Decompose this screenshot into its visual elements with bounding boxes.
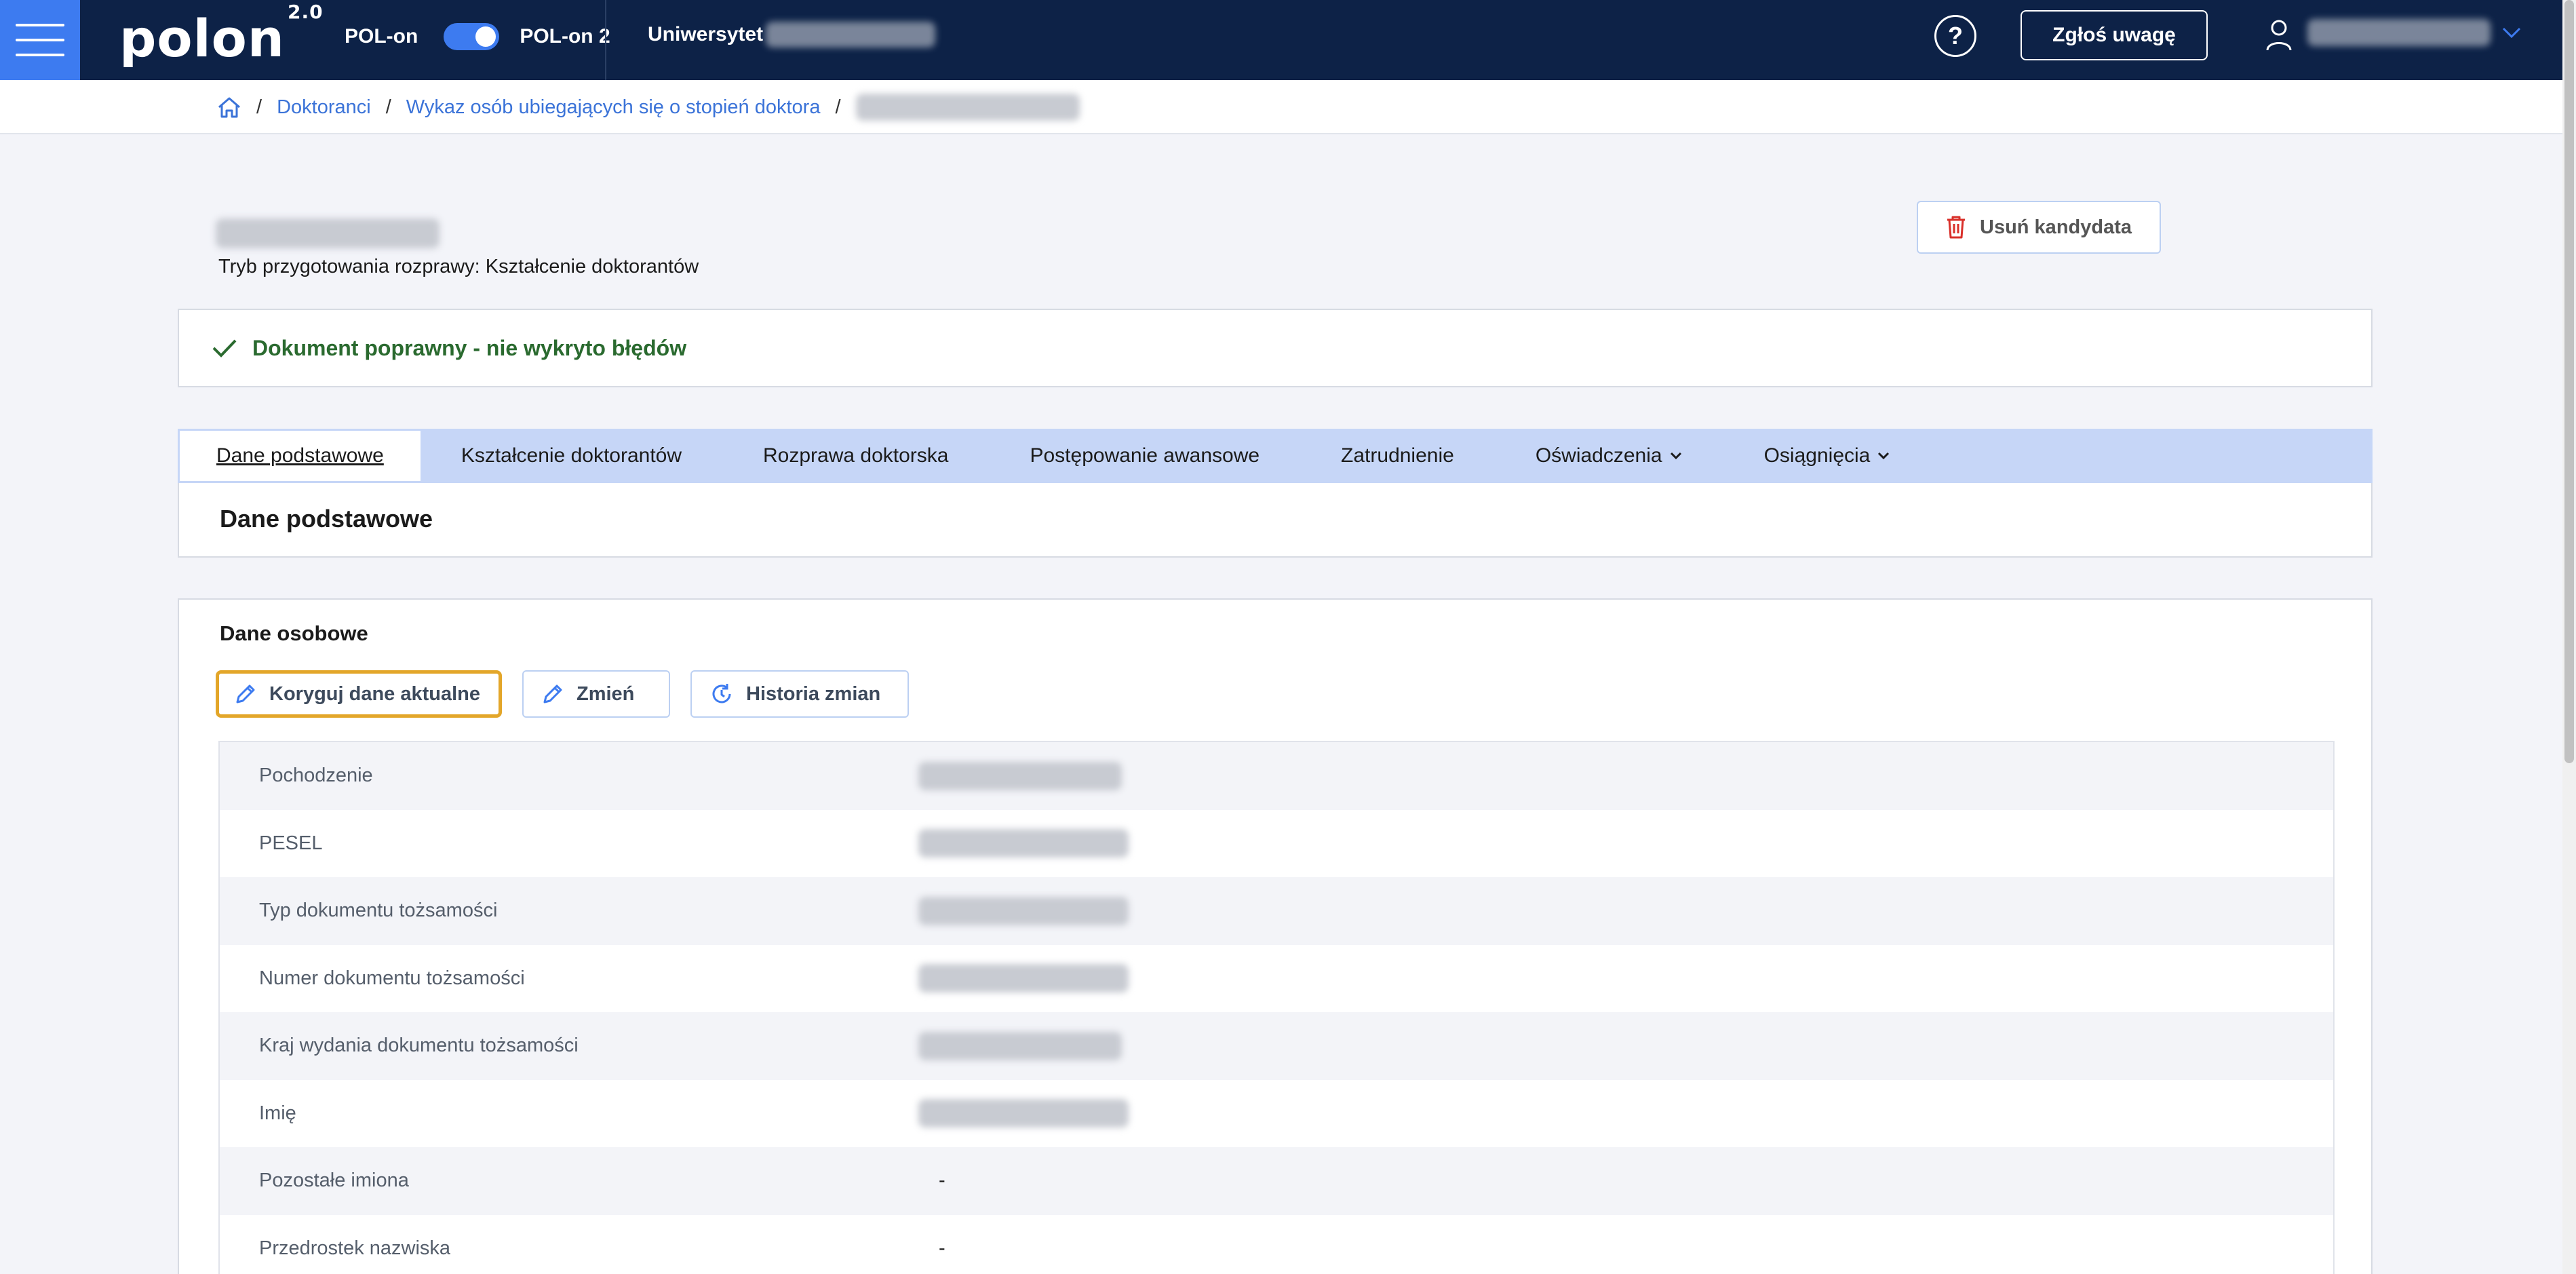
env-left-label: POL-on xyxy=(345,25,418,47)
pencil-icon xyxy=(236,684,255,703)
tab-label: Oświadczenia xyxy=(1535,444,1662,467)
tab-postepowanie-awansowe[interactable]: Postępowanie awansowe xyxy=(989,429,1300,483)
row-value-redacted xyxy=(918,761,1122,790)
row-label: Typ dokumentu tożsamości xyxy=(259,900,498,922)
tab-label: Rozprawa doktorska xyxy=(763,444,949,467)
row-value-redacted xyxy=(918,829,1129,858)
row-label: Pochodzenie xyxy=(259,765,373,787)
change-button[interactable]: Zmień xyxy=(522,670,670,718)
row-value: - xyxy=(939,1237,945,1259)
table-row: Pochodzenie xyxy=(220,742,2333,810)
personal-data-table: Pochodzenie PESEL Typ dokumentu tożsamoś… xyxy=(218,741,2335,1274)
breadcrumb-separator: / xyxy=(256,96,262,118)
table-row: Numer dokumentu tożsamości xyxy=(220,944,2333,1012)
pencil-icon xyxy=(543,684,562,703)
page-scrollbar[interactable] xyxy=(2562,0,2576,1274)
section-title: Dane podstawowe xyxy=(178,483,2373,558)
env-toggle[interactable] xyxy=(444,23,500,50)
breadcrumb-current-redacted xyxy=(855,94,1080,121)
row-value-redacted xyxy=(918,1031,1122,1060)
hamburger-icon[interactable] xyxy=(0,0,80,80)
row-value-redacted xyxy=(918,964,1129,993)
check-icon xyxy=(212,339,237,358)
personal-data-title: Dane osobowe xyxy=(220,621,368,645)
prep-mode-text: Tryb przygotowania rozprawy: Kształcenie… xyxy=(218,256,699,277)
breadcrumb-separator: / xyxy=(835,96,841,118)
logo[interactable]: polon 2.0 xyxy=(119,1,324,69)
chevron-down-icon xyxy=(1670,452,1681,460)
home-icon[interactable] xyxy=(217,96,241,119)
table-row: Typ dokumentu tożsamości xyxy=(220,877,2333,945)
breadcrumb-link-doktoranci[interactable]: Doktoranci xyxy=(277,96,371,119)
validation-status-banner: Dokument poprawny - nie wykryto błędów xyxy=(178,309,2373,387)
row-label: Imię xyxy=(259,1102,296,1124)
user-name-redacted[interactable] xyxy=(2307,19,2491,46)
report-issue-button[interactable]: Zgłoś uwagę xyxy=(2021,10,2208,60)
tab-label: Kształcenie doktorantów xyxy=(461,444,682,467)
breadcrumb-separator: / xyxy=(385,96,391,118)
row-value-redacted xyxy=(918,1099,1129,1128)
change-label: Zmień xyxy=(577,682,635,705)
correct-data-button[interactable]: Koryguj dane aktualne xyxy=(216,670,502,718)
university-name-redacted xyxy=(766,22,936,47)
tab-bar: Dane podstawowe Kształcenie doktorantów … xyxy=(178,429,2373,483)
divider xyxy=(605,0,606,80)
tab-label: Osiągnięcia xyxy=(1763,444,1871,467)
chevron-down-icon[interactable] xyxy=(2501,26,2522,39)
validation-status-text: Dokument poprawny - nie wykryto błędów xyxy=(252,335,687,360)
tab-ksztalcenie-doktorantow[interactable]: Kształcenie doktorantów xyxy=(421,429,722,483)
user-icon[interactable] xyxy=(2265,19,2292,52)
delete-candidate-label: Usuń kandydata xyxy=(1980,216,2132,238)
breadcrumb-bar: / Doktoranci / Wykaz osób ubiegających s… xyxy=(0,80,2562,134)
table-row: Imię xyxy=(220,1079,2333,1147)
environment-switch: POL-on POL-on 2 xyxy=(345,23,610,50)
university-name: Uniwersytet xyxy=(648,22,936,47)
row-label: Pozostałe imiona xyxy=(259,1170,409,1192)
history-button[interactable]: Historia zmian xyxy=(690,670,909,718)
tab-osiagniecia[interactable]: Osiągnięcia xyxy=(1723,429,1932,483)
row-label: Kraj wydania dokumentu tożsamości xyxy=(259,1035,579,1057)
tab-zatrudnienie[interactable]: Zatrudnienie xyxy=(1300,429,1495,483)
row-label: Przedrostek nazwiska xyxy=(259,1237,451,1259)
tab-label: Zatrudnienie xyxy=(1341,444,1454,467)
help-label: ? xyxy=(1948,22,1963,50)
row-value: - xyxy=(939,1170,945,1192)
top-bar: polon 2.0 POL-on POL-on 2 Uniwersytet ? Z… xyxy=(0,0,2562,80)
tab-oswiadczenia[interactable]: Oświadczenia xyxy=(1495,429,1723,483)
table-row: PESEL xyxy=(220,809,2333,877)
candidate-name-redacted xyxy=(216,218,440,248)
university-label: Uniwersytet xyxy=(648,23,764,45)
tab-rozprawa-doktorska[interactable]: Rozprawa doktorska xyxy=(722,429,989,483)
table-row: Przedrostek nazwiska - xyxy=(220,1214,2333,1274)
logo-text: polon xyxy=(119,8,285,69)
personal-data-card: Dane osobowe Koryguj dane aktualne Zmień… xyxy=(178,598,2373,1274)
scrollbar-thumb[interactable] xyxy=(2564,0,2574,763)
row-label: Numer dokumentu tożsamości xyxy=(259,967,525,989)
correct-data-label: Koryguj dane aktualne xyxy=(269,682,481,705)
tab-label: Dane podstawowe xyxy=(216,444,384,467)
help-icon[interactable]: ? xyxy=(1934,15,1976,57)
history-icon xyxy=(712,684,731,703)
table-row: Pozostałe imiona - xyxy=(220,1147,2333,1215)
row-value-redacted xyxy=(918,896,1129,925)
breadcrumb-link-wykaz[interactable]: Wykaz osób ubiegających się o stopień do… xyxy=(406,96,821,119)
breadcrumb: / Doktoranci / Wykaz osób ubiegających s… xyxy=(217,94,1080,121)
row-label: PESEL xyxy=(259,832,323,854)
tab-label: Postępowanie awansowe xyxy=(1030,444,1260,467)
tab-dane-podstawowe[interactable]: Dane podstawowe xyxy=(180,431,421,481)
chevron-down-icon xyxy=(1878,452,1890,460)
table-row: Kraj wydania dokumentu tożsamości xyxy=(220,1012,2333,1080)
delete-candidate-button[interactable]: Usuń kandydata xyxy=(1917,201,2161,254)
env-right-label: POL-on 2 xyxy=(520,25,610,47)
history-label: Historia zmian xyxy=(746,682,881,705)
trash-icon xyxy=(1947,216,1965,239)
logo-version: 2.0 xyxy=(287,0,324,23)
